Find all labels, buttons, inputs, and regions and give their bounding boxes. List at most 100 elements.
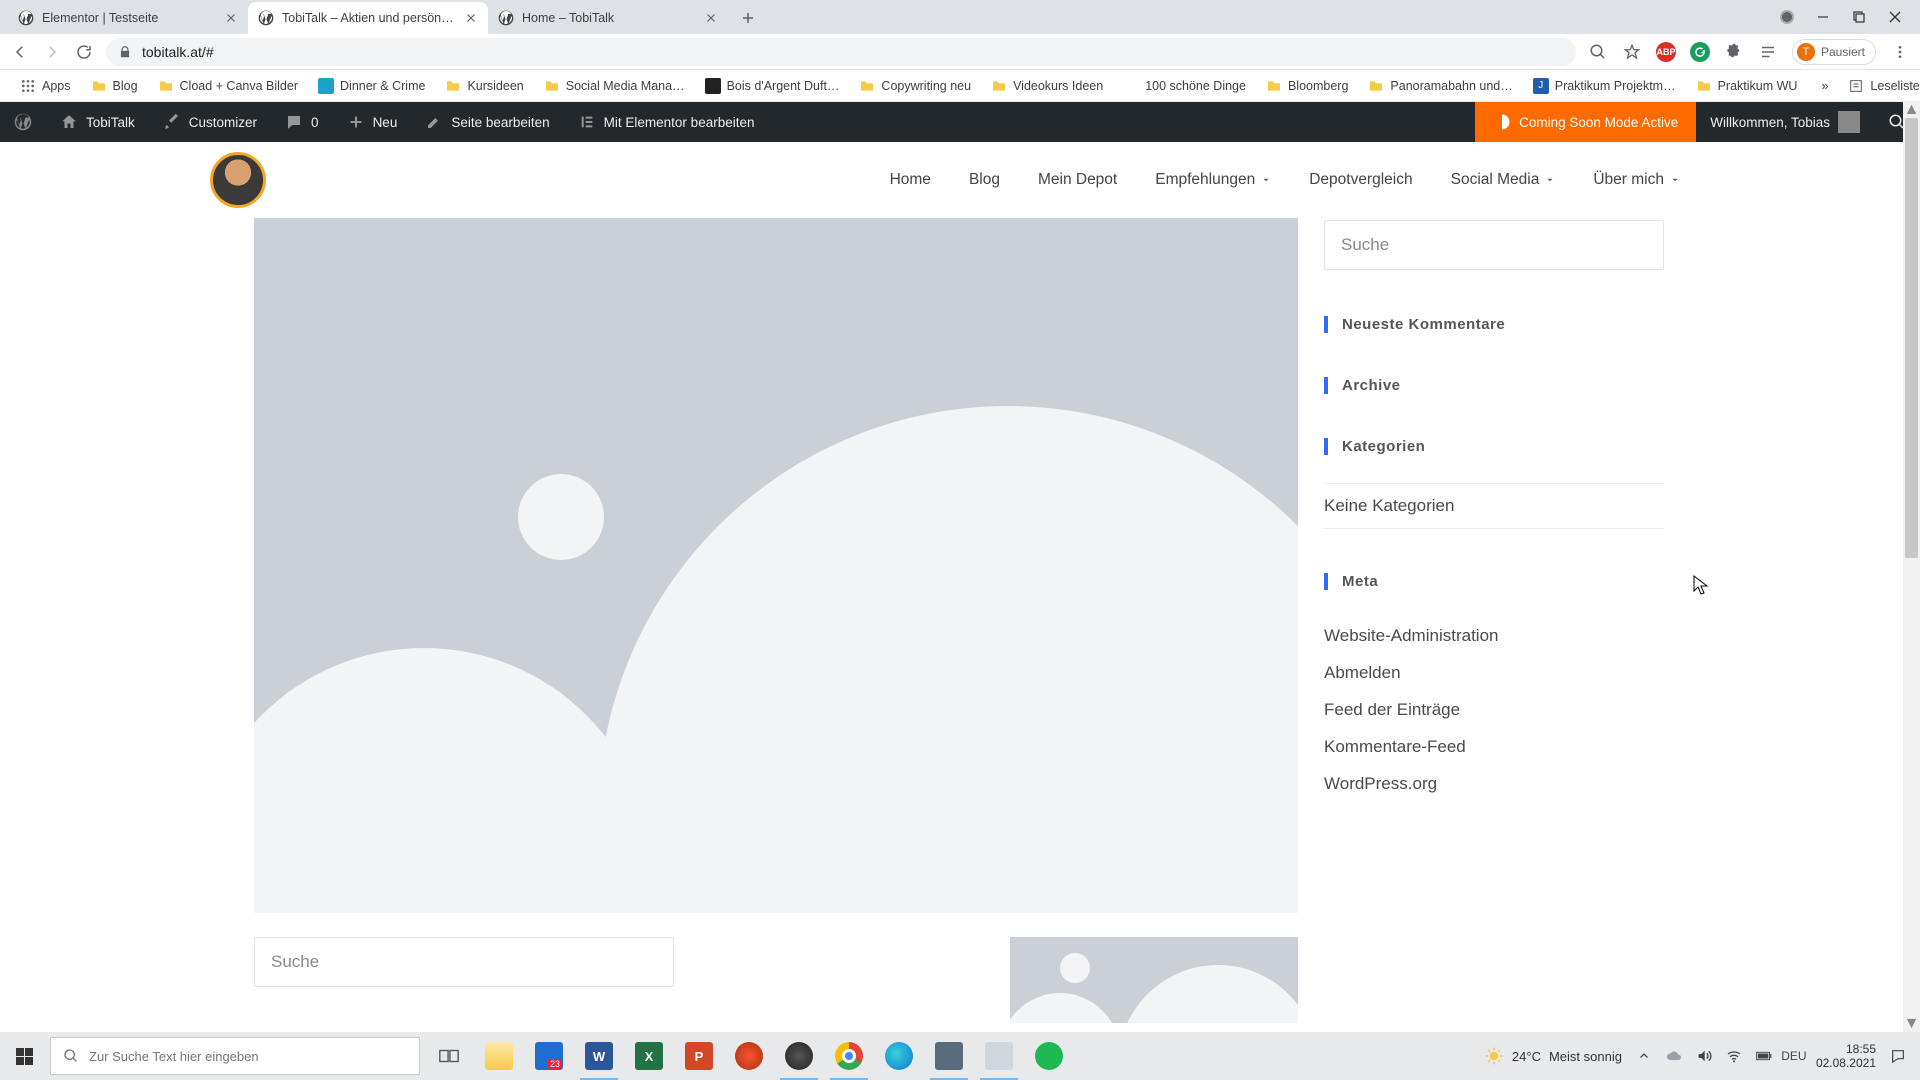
search-input-lower[interactable]: Suche bbox=[254, 937, 674, 987]
tray-clock[interactable]: 18:55 02.08.2021 bbox=[1816, 1042, 1876, 1071]
taskbar-powerpoint[interactable]: P bbox=[674, 1032, 724, 1080]
site-logo[interactable] bbox=[210, 152, 266, 208]
scroll-up-icon[interactable]: ▲ bbox=[1903, 102, 1920, 118]
toolbar-right: ABP T Pausiert bbox=[1588, 39, 1910, 65]
wp-logo[interactable] bbox=[0, 102, 46, 142]
nav-item[interactable]: Depotvergleich bbox=[1309, 171, 1412, 189]
tray-chevron-up-icon[interactable] bbox=[1636, 1048, 1652, 1064]
taskbar-app-1[interactable] bbox=[924, 1032, 974, 1080]
chrome-account-icon[interactable] bbox=[1780, 10, 1794, 24]
tray-volume-icon[interactable] bbox=[1696, 1048, 1712, 1064]
bookmark-item[interactable]: JPraktikum Projektm… bbox=[1525, 74, 1684, 98]
extension-grammarly-icon[interactable] bbox=[1690, 42, 1710, 62]
taskbar-chrome[interactable] bbox=[824, 1032, 874, 1080]
bookmark-item[interactable]: Blog bbox=[83, 74, 146, 98]
reload-button[interactable] bbox=[74, 42, 94, 62]
nav-item[interactable]: Mein Depot bbox=[1038, 171, 1117, 189]
zoom-icon[interactable] bbox=[1588, 42, 1608, 62]
meta-link[interactable]: Kommentare-Feed bbox=[1324, 729, 1664, 766]
forward-button[interactable] bbox=[42, 42, 62, 62]
taskbar-edge[interactable] bbox=[874, 1032, 924, 1080]
tray-onedrive-icon[interactable] bbox=[1666, 1048, 1682, 1064]
bookmark-item[interactable]: Videokurs Ideen bbox=[983, 74, 1111, 98]
nav-item[interactable]: Blog bbox=[969, 171, 1000, 189]
taskbar-app-2[interactable] bbox=[974, 1032, 1024, 1080]
tray-lang[interactable]: DEU bbox=[1786, 1048, 1802, 1064]
meta-link[interactable]: Feed der Einträge bbox=[1324, 692, 1664, 729]
meta-link[interactable]: WordPress.org bbox=[1324, 766, 1664, 803]
scrollbar-thumb[interactable] bbox=[1905, 118, 1918, 558]
close-icon[interactable] bbox=[224, 11, 238, 25]
coming-soon-badge[interactable]: Coming Soon Mode Active bbox=[1475, 102, 1696, 142]
close-icon[interactable] bbox=[464, 11, 478, 25]
bookmark-item[interactable]: Kursideen bbox=[437, 74, 531, 98]
taskbar-search[interactable]: Zur Suche Text hier eingeben bbox=[50, 1037, 420, 1075]
taskbar-brave[interactable] bbox=[724, 1032, 774, 1080]
tray-battery-icon[interactable] bbox=[1756, 1048, 1772, 1064]
wp-edit-page[interactable]: Seite bearbeiten bbox=[411, 102, 563, 142]
bookmark-star-icon[interactable] bbox=[1622, 42, 1642, 62]
bookmark-icon bbox=[991, 78, 1007, 94]
bookmark-item[interactable]: Social Media Mana… bbox=[536, 74, 693, 98]
close-icon[interactable] bbox=[704, 11, 718, 25]
maximize-icon[interactable] bbox=[1852, 10, 1866, 24]
bookmark-item[interactable]: Dinner & Crime bbox=[310, 74, 433, 98]
wp-comments[interactable]: 0 bbox=[271, 102, 333, 142]
meta-link[interactable]: Abmelden bbox=[1324, 655, 1664, 692]
extension-abp-icon[interactable]: ABP bbox=[1656, 42, 1676, 62]
browser-tab-2[interactable]: TobiTalk – Aktien und persönlich… bbox=[248, 2, 488, 34]
widget-categories: Kategorien Keine Kategorien bbox=[1324, 438, 1664, 529]
taskbar-excel[interactable]: X bbox=[624, 1032, 674, 1080]
wp-welcome[interactable]: Willkommen, Tobias bbox=[1696, 102, 1874, 142]
bookmark-item[interactable]: Apps bbox=[12, 74, 79, 98]
back-button[interactable] bbox=[10, 42, 30, 62]
task-view-icon[interactable] bbox=[424, 1032, 474, 1080]
taskbar-explorer[interactable] bbox=[474, 1032, 524, 1080]
vertical-scrollbar[interactable]: ▲ ▼ bbox=[1903, 102, 1920, 1032]
bookmark-item[interactable]: Praktikum WU bbox=[1688, 74, 1806, 98]
chrome-profile[interactable]: T Pausiert bbox=[1792, 39, 1876, 65]
tray-notifications-icon[interactable] bbox=[1890, 1048, 1906, 1064]
browser-tab-3[interactable]: Home – TobiTalk bbox=[488, 2, 728, 34]
bookmark-overflow[interactable]: » bbox=[1813, 75, 1836, 97]
bookmark-reading-list[interactable]: Leseliste bbox=[1840, 74, 1920, 98]
bookmark-item[interactable]: Bois d'Argent Duft… bbox=[697, 74, 848, 98]
browser-tab-1[interactable]: Elementor | Testseite bbox=[8, 2, 248, 34]
scroll-down-icon[interactable]: ▼ bbox=[1903, 1016, 1920, 1032]
reading-list-icon[interactable] bbox=[1758, 42, 1778, 62]
minimize-icon[interactable] bbox=[1816, 10, 1830, 24]
sidebar-search-input[interactable]: Suche bbox=[1324, 220, 1664, 270]
nav-item[interactable]: Empfehlungen bbox=[1155, 171, 1271, 189]
taskbar-word[interactable]: W bbox=[574, 1032, 624, 1080]
taskbar-spotify[interactable] bbox=[1024, 1032, 1074, 1080]
extensions-icon[interactable] bbox=[1724, 42, 1744, 62]
wp-elementor-edit[interactable]: Mit Elementor bearbeiten bbox=[564, 102, 769, 142]
close-window-icon[interactable] bbox=[1888, 10, 1902, 24]
bookmark-item[interactable]: Cload + Canva Bilder bbox=[150, 74, 306, 98]
new-tab-button[interactable] bbox=[734, 4, 762, 32]
meta-link[interactable]: Website-Administration bbox=[1324, 618, 1664, 655]
wp-new[interactable]: Neu bbox=[333, 102, 412, 142]
wordpress-icon bbox=[18, 10, 34, 26]
bookmark-icon bbox=[544, 78, 560, 94]
nav-item[interactable]: Über mich bbox=[1593, 171, 1680, 189]
chrome-menu-icon[interactable] bbox=[1890, 42, 1910, 62]
url-field[interactable]: tobitalk.at/# bbox=[106, 38, 1576, 66]
taskbar-obs[interactable] bbox=[774, 1032, 824, 1080]
wp-site-name[interactable]: TobiTalk bbox=[46, 102, 149, 142]
taskbar-mail[interactable]: 23 bbox=[524, 1032, 574, 1080]
list-icon bbox=[1848, 78, 1864, 94]
tray-wifi-icon[interactable] bbox=[1726, 1048, 1742, 1064]
main-nav: Home Blog Mein Depot Empfehlungen Depotvergl… bbox=[890, 171, 1680, 189]
home-icon bbox=[60, 113, 78, 131]
bookmark-item[interactable]: Copywriting neu bbox=[851, 74, 979, 98]
bookmark-item[interactable]: Panoramabahn und… bbox=[1360, 74, 1520, 98]
nav-item[interactable]: Home bbox=[890, 171, 931, 189]
bookmark-item[interactable]: Bloomberg bbox=[1258, 74, 1356, 98]
nav-item[interactable]: Social Media bbox=[1451, 171, 1556, 189]
start-button[interactable] bbox=[0, 1032, 48, 1080]
chevron-down-icon bbox=[1670, 175, 1680, 185]
wp-customizer[interactable]: Customizer bbox=[149, 102, 271, 142]
tray-weather[interactable]: 24°C Meist sonnig bbox=[1484, 1046, 1622, 1066]
bookmark-item[interactable]: B100 schöne Dinge bbox=[1115, 74, 1254, 98]
